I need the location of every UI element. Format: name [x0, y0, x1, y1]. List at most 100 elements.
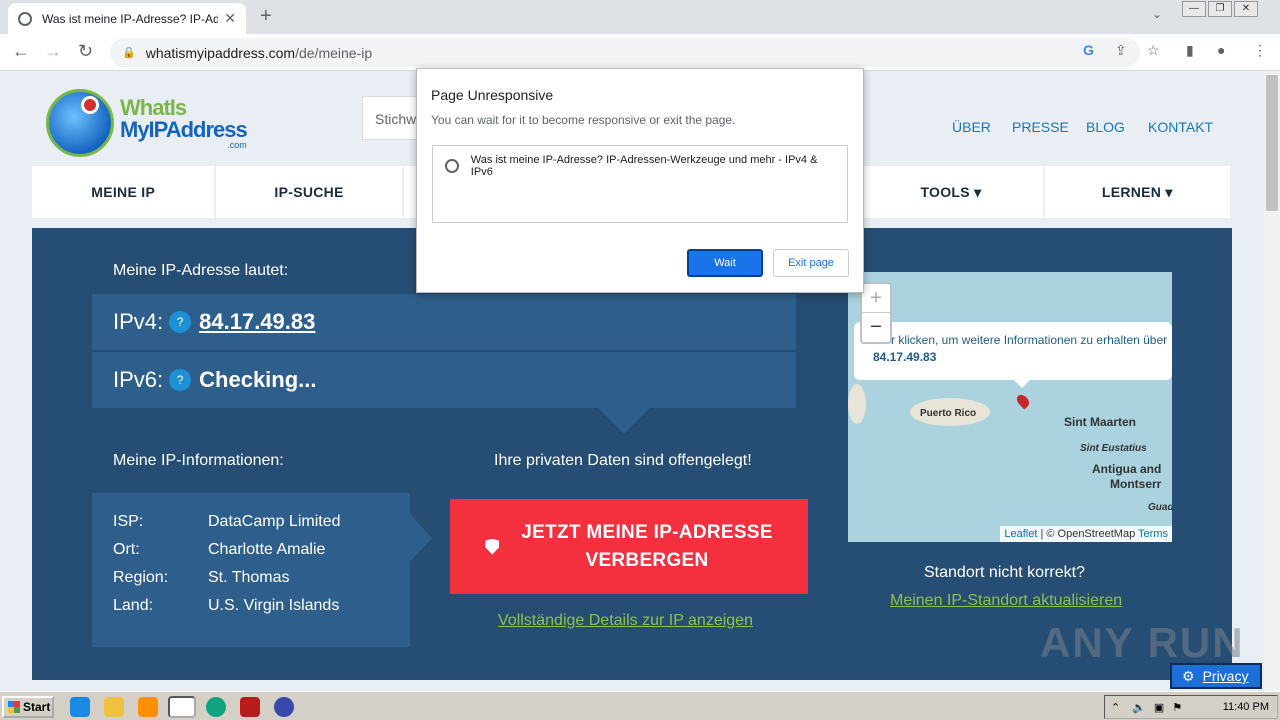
browser-tab[interactable]: Was ist meine IP-Adresse? IP-Adress ✕	[8, 3, 246, 34]
nav-link-blog[interactable]: BLOG	[1086, 119, 1125, 135]
my-ip-label: Meine IP-Adresse lautet:	[113, 262, 289, 279]
tab-title: Was ist meine IP-Adresse? IP-Adress	[42, 11, 219, 26]
logo-line-2: MyIPAddress	[120, 116, 248, 142]
exit-page-button[interactable]: Exit page	[773, 249, 849, 277]
info-row: Land: U.S. Virgin Islands	[113, 597, 410, 625]
map-label: Sint Eustatius	[1080, 443, 1147, 454]
hide-ip-label: JETZT MEINE IP-ADRESSE VERBERGEN	[521, 519, 773, 575]
search-input[interactable]: Stichw	[362, 96, 422, 140]
zoom-out-button[interactable]: −	[862, 313, 890, 342]
bookmark-star-icon[interactable]: ☆	[1147, 42, 1160, 59]
volume-icon[interactable]: 🔈	[1132, 701, 1146, 714]
menu-icon[interactable]: ⋮	[1253, 42, 1267, 59]
screen: Was ist meine IP-Adresse? IP-Adress ✕ + …	[0, 0, 1280, 720]
terms-link[interactable]: Terms	[1138, 528, 1168, 540]
gear-icon: ⚙	[1182, 667, 1195, 684]
media-player-icon[interactable]	[138, 697, 158, 717]
lock-icon[interactable]: 🔒	[122, 46, 136, 59]
google-icon[interactable]: G	[1083, 42, 1094, 58]
help-icon[interactable]: ?	[169, 369, 192, 391]
scroll-thumb[interactable]	[1266, 75, 1278, 211]
close-window-button[interactable]: ✕	[1234, 1, 1258, 17]
app-icon[interactable]	[274, 697, 294, 717]
info-key: ISP:	[113, 513, 144, 530]
profile-icon[interactable]: ●	[1217, 42, 1225, 58]
leaflet-link[interactable]: Leaflet	[1004, 528, 1037, 540]
tab-close-icon[interactable]: ✕	[224, 10, 236, 27]
info-key: Region:	[113, 569, 169, 586]
map-attribution: Leaflet | © OpenStreetMap Terms	[1000, 526, 1172, 542]
update-location-link[interactable]: Meinen IP-Standort aktualisieren	[890, 592, 1122, 610]
nav-my-ip[interactable]: MEINE IP	[32, 166, 215, 218]
nav-link-about[interactable]: ÜBER	[952, 119, 991, 135]
tray-arrow-icon[interactable]: ⌃	[1111, 701, 1120, 714]
start-button[interactable]: Start	[2, 696, 54, 718]
location-map[interactable]: Puerto Rico Sint Maarten Sint Eustatius …	[848, 272, 1172, 542]
forward-icon[interactable]: →	[44, 41, 62, 62]
map-popup[interactable]: Hier klicken, um weitere Informationen z…	[854, 322, 1172, 380]
restore-button[interactable]: ❐	[1208, 1, 1232, 17]
start-label: Start	[23, 700, 51, 714]
globe-logo-icon	[46, 89, 114, 157]
page-scrollbar[interactable]	[1264, 71, 1280, 691]
list-item[interactable]: Was ist meine IP-Adresse? IP-Adressen-We…	[433, 146, 847, 186]
tab-search-icon[interactable]: ⌄	[1152, 7, 1162, 21]
zoom-in-button[interactable]: +	[862, 284, 890, 313]
map-label: Puerto Rico	[920, 408, 977, 419]
info-value: St. Thomas	[208, 569, 290, 586]
ip-info-box: ISP: DataCamp Limited Ort: Charlotte Amali…	[92, 493, 410, 647]
map-zoom-control: + −	[860, 282, 892, 344]
logo-text: WhatIs MyIPAddress .com	[120, 96, 248, 150]
nav-link-press[interactable]: PRESSE	[1012, 119, 1069, 135]
info-arrow	[410, 514, 432, 562]
address-bar[interactable]: 🔒 whatismyipaddress.com/de/meine-ip	[110, 38, 1140, 67]
hide-ip-button[interactable]: JETZT MEINE IP-ADRESSE VERBERGEN	[450, 499, 808, 594]
map-label: Guad	[1148, 502, 1172, 513]
clock: 11:40 PM	[1222, 701, 1269, 713]
info-label: Meine IP-Informationen:	[113, 452, 284, 469]
dialog-title: Page Unresponsive	[431, 87, 554, 103]
nav-ip-lookup[interactable]: IP-SUCHE	[216, 166, 402, 218]
help-icon[interactable]: ?	[169, 311, 192, 333]
hide-ip-line-2: VERBERGEN	[585, 549, 709, 571]
info-row: ISP: DataCamp Limited	[113, 513, 410, 541]
osm-attribution: | © OpenStreetMap	[1040, 528, 1136, 540]
browser-tabbar: Was ist meine IP-Adresse? IP-Adress ✕ + …	[0, 0, 1280, 34]
shield-icon	[485, 538, 500, 555]
location-marker-icon[interactable]	[1014, 392, 1032, 410]
back-icon[interactable]: ←	[12, 41, 30, 62]
chrome-icon[interactable]	[168, 696, 196, 718]
ipv4-value[interactable]: 84.17.49.83	[199, 309, 315, 335]
wait-button[interactable]: Wait	[687, 249, 763, 277]
ip-hero: Meine IP-Adresse lautet: IPv4: ? 84.17.4…	[32, 228, 1232, 680]
windows-taskbar: Start ⌃ 🔈 ▣ ⚑ 11:40 PM	[0, 691, 1280, 720]
site-logo[interactable]: WhatIs MyIPAddress .com	[46, 89, 248, 157]
info-key: Land:	[113, 597, 154, 614]
full-details-link[interactable]: Vollständige Details zur IP anzeigen	[498, 612, 753, 630]
minimize-button[interactable]: —	[1182, 1, 1206, 17]
side-panel-icon[interactable]: ▮	[1186, 42, 1194, 59]
ipv4-row: IPv4: ? 84.17.49.83	[92, 294, 796, 350]
ipv6-row: IPv6: ? Checking...	[92, 352, 796, 408]
ie-icon[interactable]	[70, 697, 90, 717]
nav-learn[interactable]: LERNEN ▾	[1044, 166, 1230, 218]
share-icon[interactable]: ⇪	[1115, 42, 1127, 59]
info-value: U.S. Virgin Islands	[208, 597, 340, 614]
privacy-button[interactable]: ⚙ Privacy	[1170, 663, 1262, 689]
nav-tools[interactable]: TOOLS ▾	[859, 166, 1043, 218]
network-icon[interactable]: ▣	[1154, 701, 1164, 714]
reload-icon[interactable]: ↻	[78, 41, 93, 62]
nav-link-contact[interactable]: KONTAKT	[1148, 119, 1213, 135]
popup-ip: 84.17.49.83	[873, 350, 937, 364]
explorer-icon[interactable]	[104, 697, 124, 717]
system-tray: ⌃ 🔈 ▣ ⚑ 11:40 PM	[1104, 695, 1278, 719]
windows-logo-icon	[8, 701, 20, 713]
popup-tip	[1012, 378, 1032, 388]
flag-icon[interactable]: ⚑	[1172, 701, 1182, 714]
edge-icon[interactable]	[206, 697, 226, 717]
new-tab-button[interactable]: +	[260, 5, 272, 28]
winrar-icon[interactable]	[240, 697, 260, 717]
pin-icon	[81, 96, 99, 114]
window-controls: — ❐ ✕	[1182, 1, 1260, 17]
hide-ip-line-1: JETZT MEINE IP-ADRESSE	[521, 521, 773, 543]
